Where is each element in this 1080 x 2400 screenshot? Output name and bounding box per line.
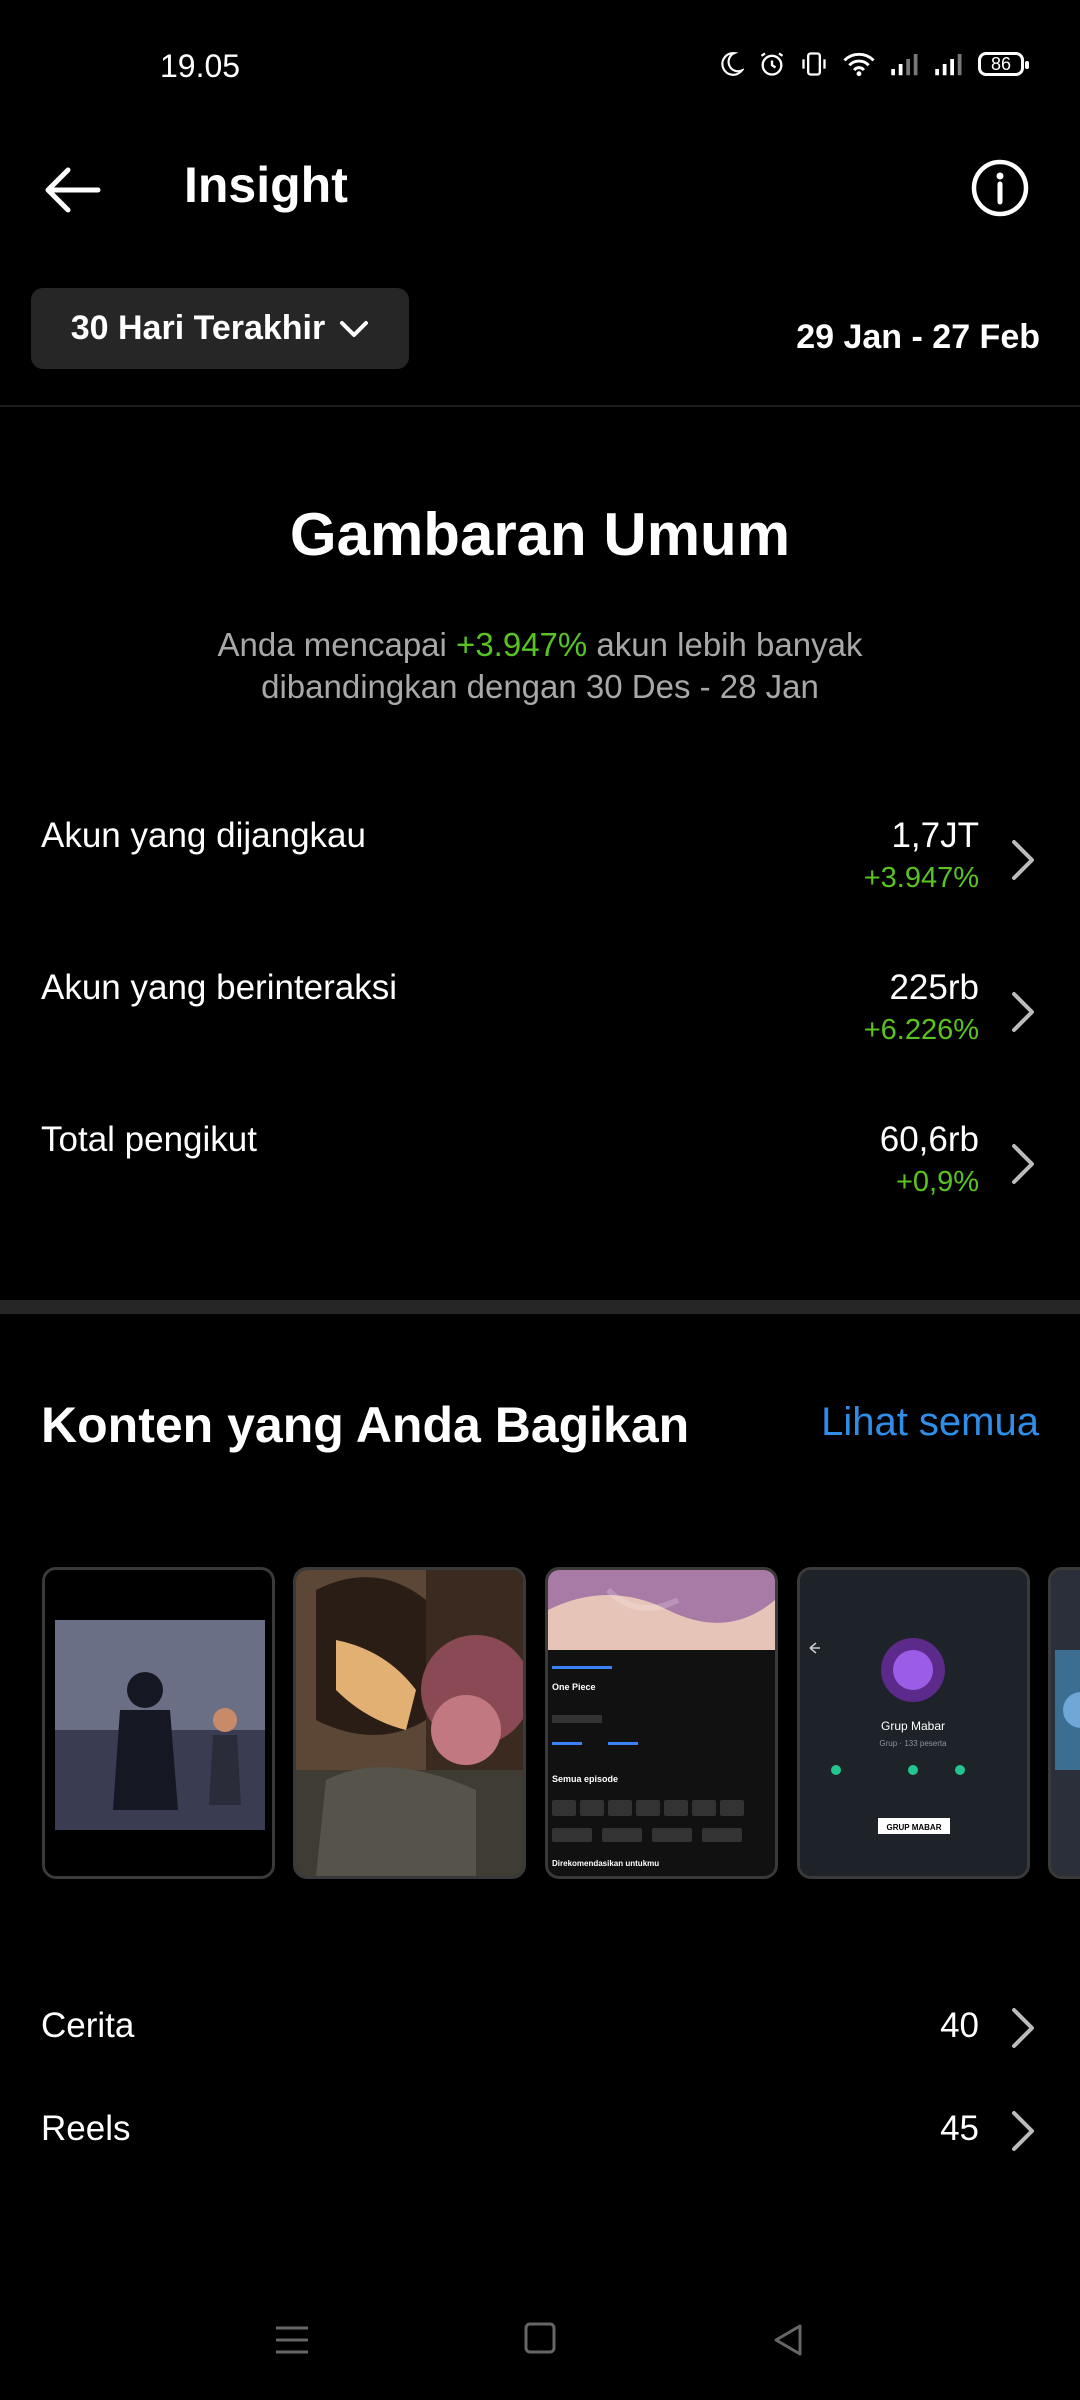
wifi-icon	[843, 52, 875, 77]
metric-value: 60,6rb	[879, 1120, 979, 1159]
back-arrow-icon[interactable]	[40, 158, 104, 222]
thumbnail-image	[1051, 1570, 1080, 1876]
divider	[0, 405, 1080, 407]
thumbnail-group-name: Grup Mabar	[881, 1719, 945, 1733]
home-nav-icon[interactable]	[522, 2320, 558, 2356]
content-thumbnail[interactable]: Grup Mabar Grup · 133 peserta GRUP MABAR	[797, 1567, 1030, 1879]
date-range-dropdown-label: 30 Hari Terakhir	[70, 309, 326, 347]
thumbnail-image: One Piece Semua episode Direkomendasikan…	[548, 1570, 775, 1876]
chevron-right-icon	[1012, 840, 1034, 880]
content-thumbnail[interactable]	[42, 1567, 275, 1879]
metric-label: Akun yang berinteraksi	[41, 968, 398, 1007]
thumbnail-image	[45, 1570, 272, 1876]
thumbnail-section: Semua episode	[552, 1774, 618, 1784]
thumbnail-image	[296, 1570, 523, 1876]
date-range-dropdown[interactable]: 30 Hari Terakhir	[31, 288, 409, 369]
overview-title: Gambaran Umum	[289, 501, 791, 568]
menu-nav-icon[interactable]	[272, 2320, 312, 2360]
alarm-icon	[760, 52, 784, 76]
vibrate-icon	[802, 52, 826, 76]
metric-row-engaged[interactable]: Akun yang berinteraksi 225rb +6.226%	[0, 968, 1080, 1078]
count-label: Cerita	[41, 2006, 135, 2045]
metric-row-reached[interactable]: Akun yang dijangkau 1,7JT +3.947%	[0, 816, 1080, 926]
status-icons: 86	[718, 50, 1029, 78]
overview-sub-highlight: +3.947%	[456, 626, 588, 663]
thumbnail-recommend: Direkomendasikan untukmu	[552, 1859, 659, 1868]
metric-row-followers[interactable]: Total pengikut 60,6rb +0,9%	[0, 1120, 1080, 1230]
count-row-reels[interactable]: Reels 45	[0, 2109, 1080, 2169]
date-range-text: 29 Jan - 27 Feb	[796, 318, 1040, 356]
metric-change: +3.947%	[863, 862, 979, 894]
count-value: 45	[940, 2109, 979, 2148]
count-row-stories[interactable]: Cerita 40	[0, 2006, 1080, 2066]
overview-sub-prefix: Anda mencapai	[217, 626, 457, 663]
signal-icon	[891, 54, 918, 76]
chevron-right-icon	[1012, 992, 1034, 1032]
count-value: 40	[940, 2006, 979, 2045]
chevron-down-icon	[340, 320, 369, 337]
content-thumbnail[interactable]	[293, 1567, 526, 1879]
chevron-right-icon	[1012, 1144, 1034, 1184]
metric-change: +6.226%	[863, 1014, 979, 1046]
metric-label: Akun yang dijangkau	[41, 816, 366, 855]
metric-value: 1,7JT	[891, 816, 979, 855]
thumbnail-show-title: One Piece	[552, 1682, 596, 1692]
metric-change: +0,9%	[895, 1166, 979, 1198]
section-divider	[0, 1300, 1080, 1314]
back-nav-icon[interactable]	[768, 2320, 808, 2360]
thumbnail-badge: GRUP MABAR	[887, 1823, 942, 1832]
see-all-link[interactable]: Lihat semua	[821, 1400, 1039, 1445]
content-thumbnail[interactable]: One Piece Semua episode Direkomendasikan…	[545, 1567, 778, 1879]
metric-value: 225rb	[889, 968, 979, 1007]
info-icon[interactable]	[970, 158, 1030, 218]
signal-icon-2	[935, 54, 962, 76]
thumbnail-image: Grup Mabar Grup · 133 peserta GRUP MABAR	[800, 1570, 1027, 1876]
moon-icon	[721, 52, 744, 76]
battery-level: 86	[990, 53, 1012, 74]
status-time: 19.05	[160, 48, 241, 84]
battery-icon: 86	[978, 52, 1029, 76]
chevron-right-icon	[1012, 2008, 1034, 2048]
overview-subtitle: Anda mencapai +3.947% akun lebih banyak …	[160, 624, 920, 708]
page-title: Insight	[184, 157, 348, 213]
thumbnail-group-sub: Grup · 133 peserta	[879, 1739, 947, 1748]
count-label: Reels	[41, 2109, 131, 2148]
metric-label: Total pengikut	[41, 1120, 257, 1159]
chevron-right-icon	[1012, 2111, 1034, 2151]
content-thumbnail[interactable]	[1048, 1567, 1080, 1879]
content-section-title: Konten yang Anda Bagikan	[41, 1397, 690, 1453]
